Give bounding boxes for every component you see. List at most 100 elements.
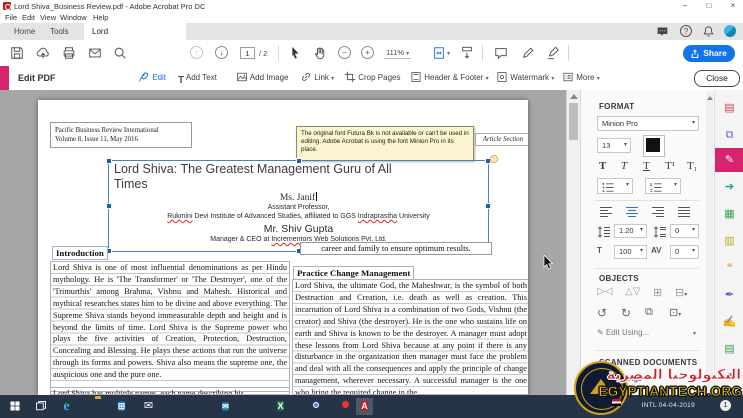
pdf-page[interactable]: Pacific Business Review InternationalVol… bbox=[38, 100, 528, 395]
paragraph-spacing-dropdown[interactable]: 0▾ bbox=[670, 224, 699, 238]
flip-vertical-button[interactable]: △▽ bbox=[625, 286, 640, 297]
excel-icon[interactable]: X bbox=[272, 398, 289, 415]
store-icon[interactable]: ⊞ bbox=[113, 398, 130, 415]
selection-handle[interactable] bbox=[106, 158, 112, 164]
scrollbar-thumb[interactable] bbox=[569, 103, 578, 140]
superscript-button[interactable]: T¹ bbox=[665, 160, 675, 172]
close-edit-button[interactable]: Close bbox=[694, 70, 740, 87]
create-pdf-icon[interactable]: ▤ bbox=[715, 96, 743, 120]
left-column-heading[interactable]: Introduction bbox=[52, 246, 108, 260]
align-right-button[interactable] bbox=[651, 206, 665, 218]
author1-role[interactable]: Assistant Professor, bbox=[109, 204, 488, 211]
horizontal-scale-dropdown[interactable]: 100▾ bbox=[614, 245, 647, 259]
hand-tool-icon[interactable] bbox=[313, 46, 327, 60]
fit-page-icon[interactable] bbox=[432, 46, 446, 60]
notification-badge[interactable]: 1 bbox=[720, 400, 731, 411]
send-for-signature-icon[interactable]: ✍ bbox=[715, 310, 743, 334]
align-center-button[interactable] bbox=[625, 206, 639, 218]
file-explorer-icon[interactable] bbox=[86, 398, 103, 415]
paint-3d-icon[interactable] bbox=[166, 398, 183, 415]
zoom-in-icon[interactable]: + bbox=[361, 46, 374, 59]
chrome-icon[interactable] bbox=[301, 398, 318, 415]
start-button[interactable] bbox=[6, 398, 23, 415]
page-number-input[interactable]: 1 bbox=[240, 47, 255, 59]
overlapping-text-box[interactable]: career and family to ensure optimum resu… bbox=[300, 242, 492, 255]
settings-button[interactable]: Settings bbox=[613, 374, 642, 383]
edit-pdf-tool-icon[interactable]: ✎ bbox=[715, 148, 743, 172]
align-objects-button[interactable]: ⊟▾ bbox=[675, 286, 687, 299]
feedback-icon[interactable] bbox=[656, 25, 670, 38]
numbered-list-dropdown[interactable]: ▾ bbox=[645, 178, 681, 194]
print-production-icon[interactable]: ▤ bbox=[715, 337, 743, 361]
close-window-button[interactable]: × bbox=[724, 0, 742, 12]
document-viewport[interactable]: Pacific Business Review InternationalVol… bbox=[0, 90, 566, 395]
menu-edit[interactable]: Edit bbox=[22, 13, 35, 22]
cloud-upload-icon[interactable] bbox=[36, 46, 50, 60]
journal-header-box[interactable]: Pacific Business Review InternationalVol… bbox=[50, 122, 192, 148]
more-button[interactable]: More ▾ bbox=[562, 71, 600, 85]
align-justify-button[interactable] bbox=[677, 206, 691, 218]
comment-icon[interactable] bbox=[494, 46, 508, 60]
font-color-swatch[interactable] bbox=[643, 135, 665, 157]
enhance-scans-icon[interactable]: ▥ bbox=[715, 229, 743, 253]
pen-annotate-icon[interactable] bbox=[521, 46, 535, 60]
right-column-paragraph[interactable]: Lord Shiva, the ultimate God, the Mahesh… bbox=[292, 279, 528, 395]
chevron-down-icon[interactable]: ▾ bbox=[447, 50, 450, 57]
user-avatar[interactable] bbox=[724, 25, 736, 37]
article-section-box[interactable]: Article Section bbox=[475, 133, 528, 146]
add-text-button[interactable]: T Add Text bbox=[178, 71, 217, 85]
menu-file[interactable]: File bbox=[5, 13, 17, 22]
scrolling-mode-icon[interactable] bbox=[460, 46, 474, 60]
print-icon[interactable] bbox=[62, 46, 76, 60]
underline-button[interactable]: T bbox=[643, 160, 650, 172]
bold-button[interactable]: T bbox=[599, 160, 606, 172]
minimize-button[interactable]: – bbox=[676, 0, 694, 12]
tray-clock[interactable]: INTL 04-04-2019 bbox=[642, 402, 695, 409]
tab-document[interactable]: Lord Shiva_Busines...× bbox=[84, 23, 186, 40]
task-view-button[interactable] bbox=[32, 398, 49, 415]
organize-pages-icon[interactable]: ▦ bbox=[715, 202, 743, 226]
author1-name[interactable]: Ms. Janif bbox=[109, 192, 488, 203]
affiliation-line[interactable]: Rukmini Devi Institute of Advanced Studi… bbox=[109, 213, 488, 220]
left-column-paragraph[interactable]: Lord Shiva is one of most influential de… bbox=[50, 261, 290, 392]
previous-page-icon[interactable]: ↑ bbox=[190, 46, 203, 59]
crop-object-button[interactable]: ⊞ bbox=[653, 286, 662, 299]
rotate-left-button[interactable]: ↺ bbox=[597, 306, 607, 320]
line-spacing-dropdown[interactable]: 1.20▾ bbox=[614, 224, 647, 238]
menu-help[interactable]: Help bbox=[93, 13, 108, 22]
phone-app-icon[interactable] bbox=[244, 398, 261, 415]
restore-button[interactable]: □ bbox=[700, 0, 718, 12]
menu-window[interactable]: Window bbox=[60, 13, 87, 22]
next-page-icon[interactable]: ↓ bbox=[215, 46, 228, 59]
notifications-bell-icon[interactable] bbox=[702, 25, 716, 38]
chevron-down-icon[interactable]: ▾ bbox=[693, 330, 696, 337]
save-icon[interactable] bbox=[10, 46, 24, 60]
replace-pages-button[interactable]: ⧉ bbox=[645, 306, 653, 319]
acrobat-taskbar-icon[interactable]: A bbox=[356, 398, 373, 415]
left-column-paragraph-2[interactable]: Lord Shiva has multiple names, each name… bbox=[50, 387, 290, 395]
help-icon[interactable]: ? bbox=[680, 25, 692, 37]
search-icon[interactable] bbox=[113, 46, 127, 60]
arrange-button[interactable]: ⊡▾ bbox=[669, 306, 681, 319]
menu-view[interactable]: View bbox=[40, 13, 56, 22]
font-size-dropdown[interactable]: 13▾ bbox=[597, 138, 631, 153]
character-spacing-dropdown[interactable]: 0▾ bbox=[670, 245, 699, 259]
select-tool-icon[interactable] bbox=[288, 46, 302, 60]
export-pdf-icon[interactable]: ➔ bbox=[715, 175, 743, 199]
align-left-button[interactable] bbox=[599, 206, 613, 218]
rotate-right-button[interactable]: ↻ bbox=[621, 306, 631, 320]
article-title[interactable]: Lord Shiva: The Greatest Management Guru… bbox=[114, 162, 484, 191]
comment-tool-icon[interactable]: ❝ bbox=[715, 256, 743, 280]
zoom-out-icon[interactable]: − bbox=[338, 46, 351, 59]
highlighter-icon[interactable] bbox=[546, 46, 560, 60]
italic-button[interactable]: T bbox=[621, 160, 627, 172]
mail-icon[interactable]: ✉ bbox=[140, 398, 157, 415]
selected-text-block[interactable]: Lord Shiva: The Greatest Management Guru… bbox=[108, 160, 489, 252]
document-scrollbar[interactable] bbox=[566, 90, 580, 395]
edit-using-button[interactable]: ✎ Edit Using... bbox=[597, 328, 649, 337]
header-footer-button[interactable]: Header & Footer ▾ bbox=[410, 71, 489, 85]
outlook-icon[interactable]: ✉ bbox=[217, 398, 234, 415]
font-family-dropdown[interactable]: Minion Pro▾ bbox=[597, 116, 699, 131]
link-button[interactable]: Link ▾ bbox=[300, 71, 334, 85]
app-icon[interactable] bbox=[191, 398, 208, 415]
